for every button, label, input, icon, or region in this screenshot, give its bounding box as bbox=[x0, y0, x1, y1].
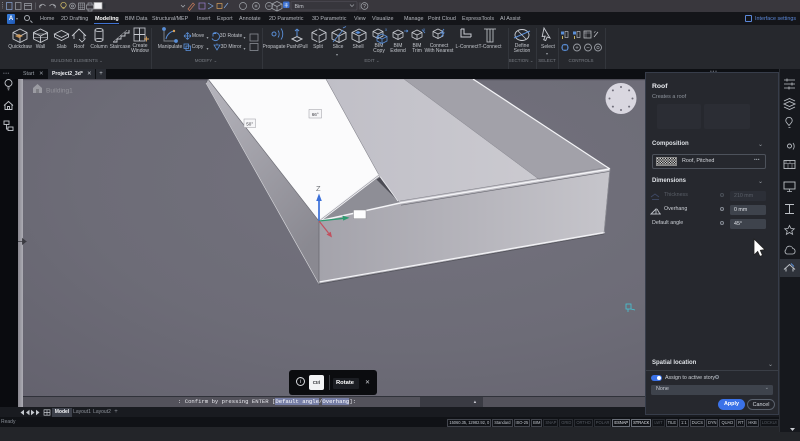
svg-text:Bim: Bim bbox=[295, 4, 305, 10]
svg-text:x: x bbox=[423, 27, 426, 32]
svg-text:x: x bbox=[385, 27, 388, 32]
svg-text:?: ? bbox=[363, 4, 366, 10]
